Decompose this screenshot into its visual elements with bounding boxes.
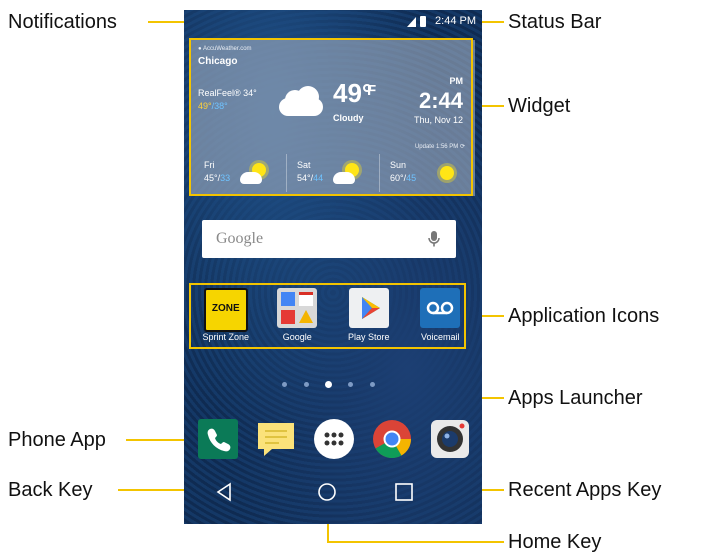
status-bar-callout: Status Bar bbox=[508, 11, 602, 33]
favorites-dock bbox=[192, 417, 474, 461]
apps-launcher-callout: Apps Launcher bbox=[508, 387, 643, 409]
navigation-bar bbox=[184, 470, 482, 524]
status-bar[interactable]: 2:44 PM bbox=[184, 10, 482, 34]
application-icons-callout: Application Icons bbox=[508, 305, 660, 327]
recent-apps-key-callout: Recent Apps Key bbox=[508, 479, 662, 501]
camera-icon[interactable] bbox=[428, 417, 472, 461]
apps-launcher-icon[interactable] bbox=[312, 417, 356, 461]
google-search-bar[interactable]: Google bbox=[202, 220, 456, 258]
back-key-icon[interactable] bbox=[212, 480, 236, 504]
back-key-callout: Back Key bbox=[8, 479, 93, 501]
phone-app-leader-line bbox=[126, 439, 192, 441]
widget-highlight-box bbox=[189, 38, 473, 196]
page-dot[interactable] bbox=[282, 382, 287, 387]
page-indicator[interactable] bbox=[276, 380, 386, 390]
home-key-callout: Home Key bbox=[508, 531, 602, 553]
page-dot[interactable] bbox=[304, 382, 309, 387]
page-dot-active[interactable] bbox=[325, 381, 332, 388]
phone-app-callout: Phone App bbox=[8, 429, 106, 451]
application-icons-highlight-box bbox=[189, 283, 466, 349]
page-dot[interactable] bbox=[348, 382, 353, 387]
battery-icon bbox=[420, 16, 426, 27]
microphone-icon[interactable] bbox=[426, 230, 442, 248]
status-time: 2:44 PM bbox=[435, 15, 476, 27]
home-key-icon[interactable] bbox=[315, 480, 339, 504]
chrome-icon[interactable] bbox=[370, 417, 414, 461]
signal-icon bbox=[407, 17, 416, 27]
phone-icon[interactable] bbox=[196, 417, 240, 461]
home-key-leader-line-h bbox=[327, 541, 504, 543]
notifications-callout: Notifications bbox=[8, 11, 117, 33]
search-label: Google bbox=[216, 230, 264, 247]
recent-apps-key-icon[interactable] bbox=[392, 480, 416, 504]
page-dot[interactable] bbox=[370, 382, 375, 387]
messaging-icon[interactable] bbox=[254, 417, 298, 461]
widget-callout: Widget bbox=[508, 95, 571, 117]
